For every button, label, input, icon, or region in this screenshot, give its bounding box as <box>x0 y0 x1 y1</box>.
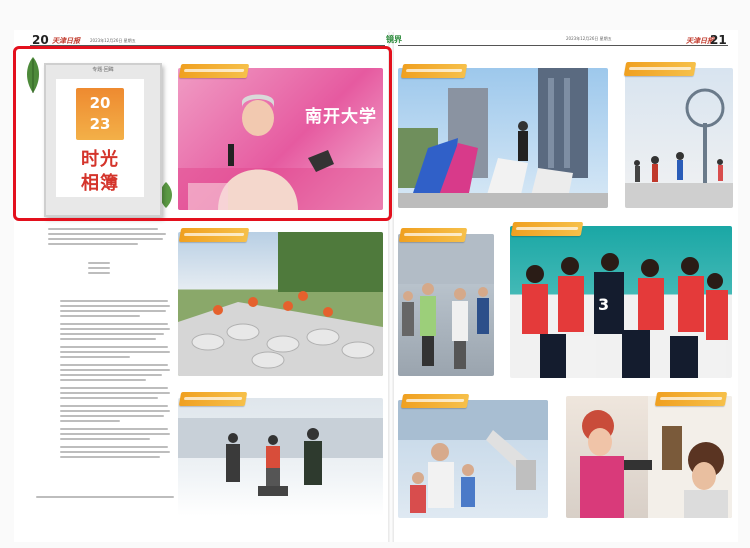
photo-tag <box>398 228 468 242</box>
right-header-rule <box>398 45 728 46</box>
photo-robot-visit <box>398 400 548 518</box>
svg-text:3: 3 <box>598 295 609 314</box>
photo-street-walkers <box>398 234 494 376</box>
family-robot-icon <box>398 400 548 513</box>
photo-city-sculpture <box>398 68 608 208</box>
photo-marathon <box>625 68 733 208</box>
photo-tag <box>178 228 250 242</box>
left-header-info: 2023年12月26日 星期五 <box>90 38 136 43</box>
photo-tag <box>400 64 468 78</box>
photo-tag <box>178 392 248 406</box>
newspaper-spread: 20 天津日报 2023年12月26日 星期五 镜界 2023年12月26日 星… <box>0 0 750 548</box>
snow-scene-icon <box>178 418 383 496</box>
highlight-box <box>13 46 392 221</box>
intro-text <box>48 228 168 248</box>
photo-tag <box>510 222 584 236</box>
photo-snow-walk <box>178 398 383 516</box>
photo-tag <box>654 392 728 406</box>
article-body <box>60 300 170 461</box>
right-header-info: 2023年12月26日 星期五 <box>566 36 612 41</box>
players-icon: 3 <box>522 253 728 378</box>
photo-volleyball-team: 3 <box>510 226 732 378</box>
photo-tag <box>400 394 470 408</box>
section-name: 镜界 <box>386 35 402 44</box>
runners-icon <box>625 88 733 208</box>
photo-tag <box>623 62 697 76</box>
photo-hair-salon <box>566 396 732 518</box>
chapter-marks <box>88 262 110 277</box>
city-scene-icon <box>398 68 608 208</box>
walkers-icon <box>398 234 494 369</box>
salon-icon <box>580 396 732 518</box>
photo-flood-relief <box>178 232 383 376</box>
sandbags-icon <box>178 232 383 376</box>
credits-line <box>36 496 176 501</box>
